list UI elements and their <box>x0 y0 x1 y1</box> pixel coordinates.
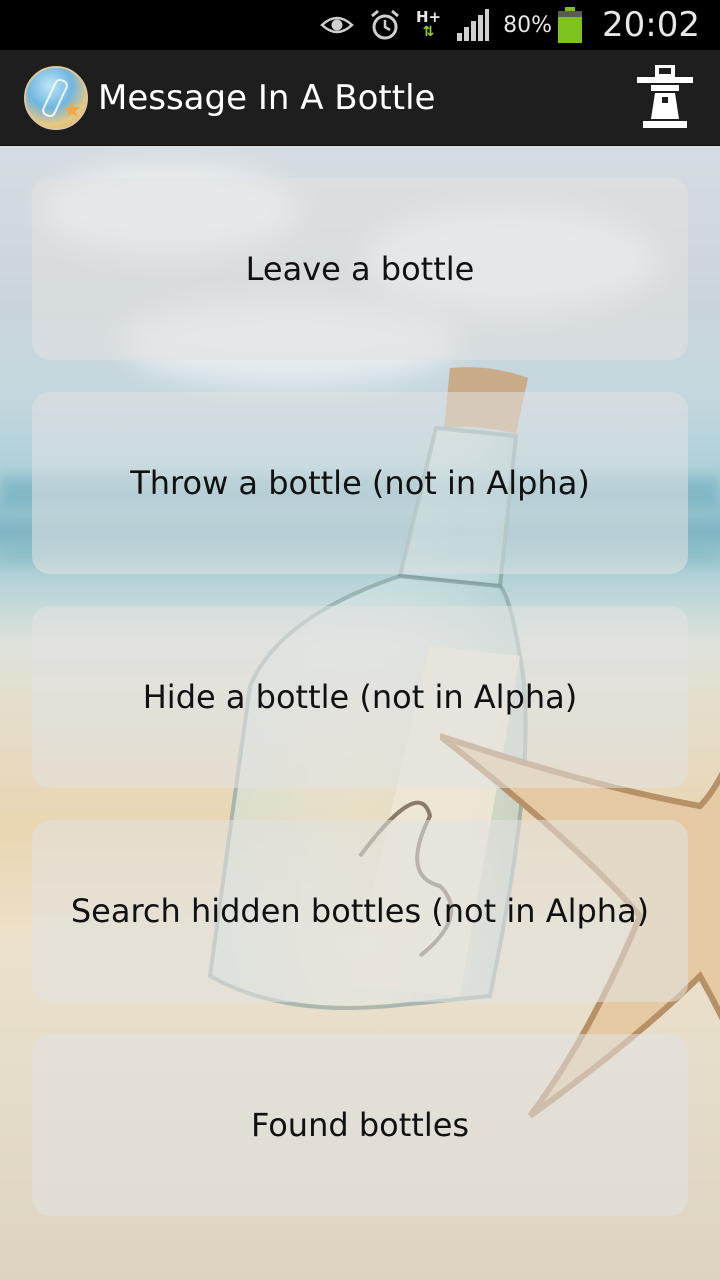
status-clock: 20:02 <box>602 5 700 45</box>
battery-percent: 80% <box>503 12 553 38</box>
data-arrows-icon: ⇅ <box>422 24 435 40</box>
leave-bottle-button[interactable]: Leave a bottle <box>32 178 688 360</box>
network-type-label: H+ <box>415 8 442 26</box>
lighthouse-icon <box>633 63 697 133</box>
signal-strength-icon <box>455 9 490 41</box>
throw-bottle-button[interactable]: Throw a bottle (not in Alpha) <box>32 392 688 574</box>
leave-bottle-label: Leave a bottle <box>245 250 475 288</box>
throw-bottle-label: Throw a bottle (not in Alpha) <box>130 464 590 502</box>
found-bottles-button[interactable]: Found bottles <box>32 1034 688 1216</box>
network-type-indicator: H+ ⇅ <box>416 10 441 40</box>
bottle-beach-icon[interactable]: ★ <box>24 65 88 130</box>
found-bottles-label: Found bottles <box>250 1106 470 1144</box>
battery-icon <box>558 7 583 43</box>
alarm-clock-icon <box>368 8 402 42</box>
hide-bottle-label: Hide a bottle (not in Alpha) <box>142 678 578 716</box>
search-hidden-bottles-label: Search hidden bottles (not in Alpha) <box>70 892 650 930</box>
lighthouse-button[interactable] <box>632 64 698 132</box>
action-bar: ★ Message In A Bottle <box>0 50 720 146</box>
hide-bottle-button[interactable]: Hide a bottle (not in Alpha) <box>32 606 688 788</box>
eye-icon <box>320 14 354 36</box>
search-hidden-bottles-button[interactable]: Search hidden bottles (not in Alpha) <box>32 820 688 1002</box>
mini-starfish-shape: ★ <box>62 97 82 123</box>
status-bar: H+ ⇅ 80% 20:02 <box>0 0 720 50</box>
app-title: Message In A Bottle <box>98 77 436 118</box>
